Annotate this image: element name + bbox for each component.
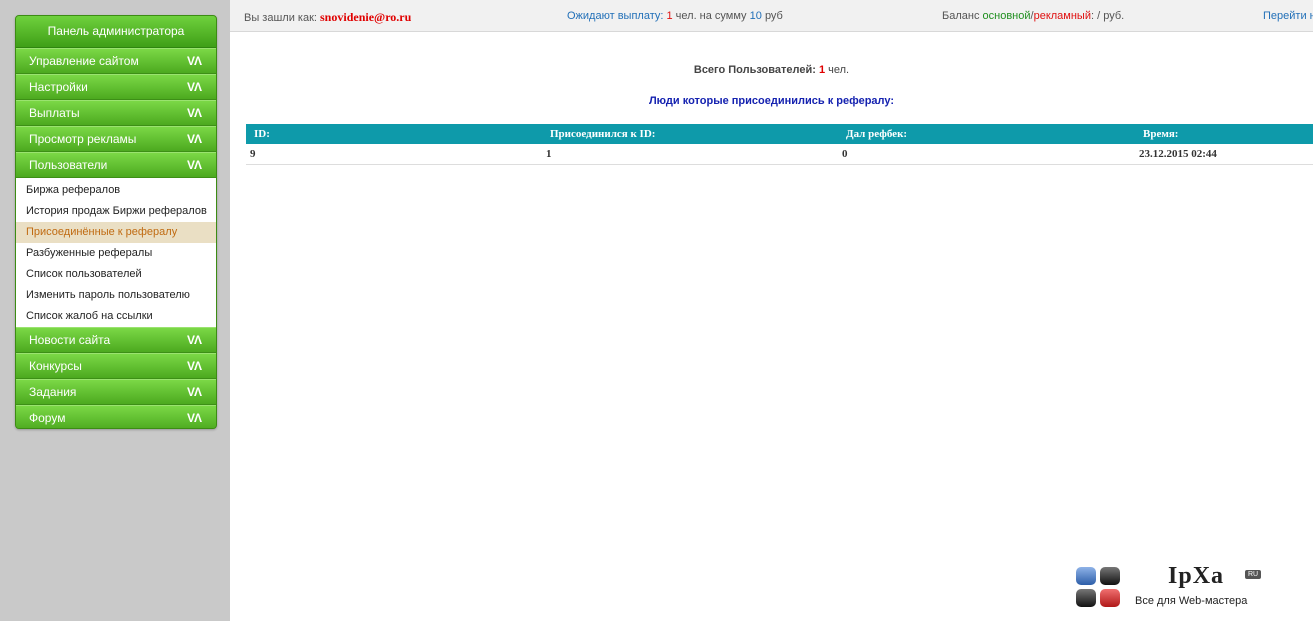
header-refback: Дал рефбек: <box>838 124 1135 144</box>
menu-label: Новости сайта <box>29 333 111 347</box>
submenu-user-list[interactable]: Список пользователей <box>16 264 216 285</box>
login-user-link[interactable]: snovidenie@ro.ru <box>320 10 411 24</box>
logo-square-blue-icon <box>1076 567 1096 585</box>
toggle-arrows-icon: VΛ <box>186 54 202 68</box>
header-time: Время: <box>1135 124 1313 144</box>
table-header-row: ID: Присоединился к ID: Дал рефбек: Врем… <box>246 124 1313 144</box>
menu-label: Пользователи <box>29 158 108 172</box>
submenu-link-complaints[interactable]: Список жалоб на ссылки <box>16 306 216 327</box>
login-info: Вы зашли как: snovidenie@ro.ru <box>244 10 411 25</box>
logo-title: IpXa <box>1168 563 1225 589</box>
menu-label: Задания <box>29 385 77 399</box>
submenu-awakened-referrals[interactable]: Разбуженные рефералы <box>16 243 216 264</box>
menu-ad-views[interactable]: Просмотр рекламы VΛ <box>16 126 216 152</box>
toggle-arrows-icon: VΛ <box>186 158 202 172</box>
login-label: Вы зашли как: <box>244 12 317 24</box>
cell-refback: 0 <box>838 144 1135 165</box>
total-count: 1 <box>818 64 826 76</box>
header-joined-to-id: Присоединился к ID: <box>542 124 838 144</box>
total-users-line: Всего Пользователей: 1 чел. <box>230 64 1313 76</box>
menu-label: Форум <box>29 411 66 425</box>
submenu-change-password[interactable]: Изменить пароль пользователю <box>16 285 216 306</box>
logo-square-red-icon <box>1100 589 1120 607</box>
menu-label: Выплаты <box>29 106 80 120</box>
pending-mid: чел. на сумму <box>675 10 747 22</box>
menu-forum[interactable]: Форум VΛ <box>16 405 216 428</box>
total-unit: чел. <box>828 64 850 76</box>
cell-id: 9 <box>246 144 542 165</box>
toggle-arrows-icon: VΛ <box>186 359 202 373</box>
balance-unit: / руб. <box>1097 10 1125 22</box>
referrals-table: ID: Присоединился к ID: Дал рефбек: Врем… <box>246 124 1313 165</box>
toggle-arrows-icon: VΛ <box>186 411 202 425</box>
logo-square-black-icon <box>1076 589 1096 607</box>
cell-time: 23.12.2015 02:44 <box>1135 144 1313 165</box>
list-title: Люди которые присоединились к рефералу: <box>648 95 895 107</box>
menu-settings[interactable]: Настройки VΛ <box>16 74 216 100</box>
pending-label: Ожидают выплату: <box>567 10 664 22</box>
menu-site-management[interactable]: Управление сайтом VΛ <box>16 48 216 74</box>
pending-payouts[interactable]: Ожидают выплату: 1 чел. на сумму 10 руб <box>567 10 783 22</box>
table-row: 9 1 0 23.12.2015 02:44 <box>246 144 1313 165</box>
total-label: Всего Пользователей: <box>693 64 816 76</box>
top-info-bar: Вы зашли как: snovidenie@ro.ru Ожидают в… <box>230 0 1313 32</box>
pending-unit: руб <box>764 10 783 22</box>
menu-label: Настройки <box>29 80 88 94</box>
pending-count: 1 <box>666 10 673 22</box>
menu-site-news[interactable]: Новости сайта VΛ <box>16 327 216 353</box>
panel-title: Панель администратора <box>16 16 216 48</box>
menu-users[interactable]: Пользователи VΛ <box>16 152 216 178</box>
balance-ad: рекламный <box>1033 10 1091 22</box>
balance-label: Баланс <box>942 10 980 22</box>
menu-payouts[interactable]: Выплаты VΛ <box>16 100 216 126</box>
toggle-arrows-icon: VΛ <box>186 106 202 120</box>
goto-site-link[interactable]: Перейти н <box>1263 10 1313 22</box>
users-submenu: Биржа рефералов История продаж Биржи реф… <box>16 178 216 327</box>
balance-main: основной <box>982 10 1031 22</box>
balance-info: Баланс основной/рекламный: / руб. <box>942 10 1124 22</box>
menu-label: Конкурсы <box>29 359 82 373</box>
header-id: ID: <box>246 124 542 144</box>
ipxa-logo[interactable]: IpXa RU Все для Web-мастера <box>1072 563 1313 621</box>
balance-colon: : <box>1090 10 1095 22</box>
cell-joined-to-id: 1 <box>542 144 838 165</box>
submenu-joined-referrals[interactable]: Присоединённые к рефералу <box>16 222 216 243</box>
toggle-arrows-icon: VΛ <box>186 132 202 146</box>
logo-square-black-icon <box>1100 567 1120 585</box>
toggle-arrows-icon: VΛ <box>186 385 202 399</box>
menu-label: Просмотр рекламы <box>29 132 137 146</box>
menu-label: Управление сайтом <box>29 54 139 68</box>
menu-tasks[interactable]: Задания VΛ <box>16 379 216 405</box>
logo-badge: RU <box>1245 570 1262 579</box>
pending-sum: 10 <box>749 10 762 22</box>
menu-contests[interactable]: Конкурсы VΛ <box>16 353 216 379</box>
admin-panel-menu: Панель администратора Управление сайтом V… <box>15 15 217 429</box>
submenu-referral-exchange[interactable]: Биржа рефералов <box>16 180 216 201</box>
toggle-arrows-icon: VΛ <box>186 333 202 347</box>
submenu-exchange-history[interactable]: История продаж Биржи рефералов <box>16 201 216 222</box>
toggle-arrows-icon: VΛ <box>186 80 202 94</box>
logo-subtitle: Все для Web-мастера <box>1135 595 1248 607</box>
